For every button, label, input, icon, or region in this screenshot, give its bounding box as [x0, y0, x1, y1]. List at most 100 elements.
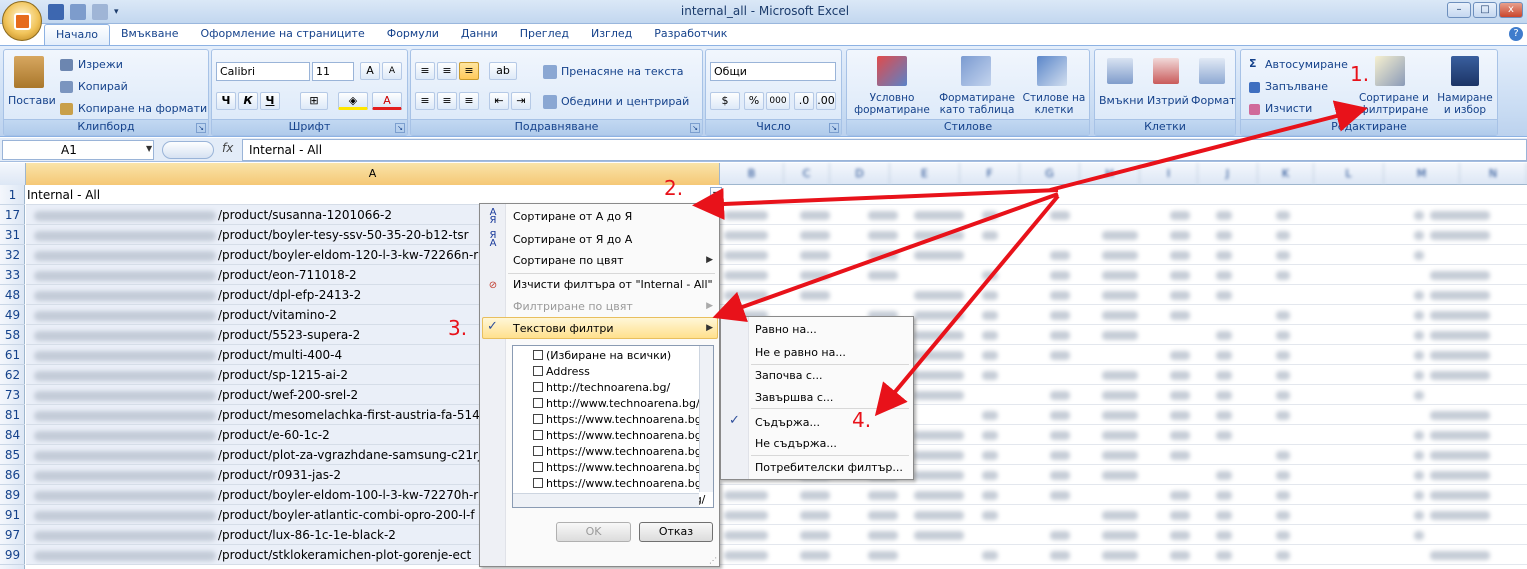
- row-header[interactable]: 86: [0, 465, 25, 485]
- row-header[interactable]: 84: [0, 425, 25, 445]
- increase-indent-icon[interactable]: ⇥: [511, 92, 531, 110]
- minimize-button[interactable]: –: [1447, 2, 1471, 18]
- filter-value-item[interactable]: https://www.technoarena.bg/: [533, 445, 705, 458]
- clear-filter-item[interactable]: Изчисти филтъра от "Internal - All": [513, 278, 713, 291]
- row-header[interactable]: 81: [0, 405, 25, 425]
- align-top-icon[interactable]: ≡: [415, 62, 435, 80]
- format-cells-button[interactable]: Формат: [1191, 94, 1236, 107]
- insert-function-button[interactable]: fx: [222, 141, 233, 155]
- name-box-dropdown-icon[interactable]: ▼: [146, 144, 152, 153]
- row-header[interactable]: 17: [0, 205, 25, 225]
- filter-value-item[interactable]: https://www.technoarena.bg/: [533, 413, 705, 426]
- column-header-l[interactable]: L: [1314, 163, 1384, 185]
- column-header-g[interactable]: G: [1020, 163, 1080, 185]
- orientation-icon[interactable]: ab: [489, 62, 517, 80]
- wrap-text-button[interactable]: Пренасяне на текста: [561, 65, 684, 78]
- number-launcher-icon[interactable]: ↘: [829, 123, 839, 133]
- find-select-button[interactable]: Намиране и избор: [1433, 92, 1497, 116]
- align-bottom-icon[interactable]: ≡: [459, 62, 479, 80]
- bold-button[interactable]: Ч: [216, 92, 236, 110]
- alignment-launcher-icon[interactable]: ↘: [690, 123, 700, 133]
- row-header[interactable]: 48: [0, 285, 25, 305]
- help-icon[interactable]: ?: [1509, 27, 1523, 41]
- office-button[interactable]: [2, 1, 42, 41]
- filter-value-item[interactable]: http://technoarena.bg/: [533, 381, 670, 394]
- checkbox[interactable]: [533, 366, 543, 376]
- font-launcher-icon[interactable]: ↘: [395, 123, 405, 133]
- qat-dropdown-icon[interactable]: ▾: [114, 7, 119, 17]
- row-header[interactable]: 32: [0, 245, 25, 265]
- conditional-formatting-button[interactable]: Условно форматиране: [849, 92, 935, 116]
- row-header[interactable]: 85: [0, 445, 25, 465]
- formula-input[interactable]: Internal - All: [242, 139, 1527, 161]
- filter-value-item[interactable]: https://www.technoarena.bg/: [533, 461, 705, 474]
- column-header-i[interactable]: I: [1140, 163, 1198, 185]
- checkbox[interactable]: [533, 398, 543, 408]
- align-left-icon[interactable]: ≡: [415, 92, 435, 110]
- redo-icon[interactable]: [92, 4, 108, 20]
- formula-bar-expander[interactable]: [162, 141, 214, 159]
- row-header[interactable]: 58: [0, 325, 25, 345]
- sort-by-color-item[interactable]: Сортиране по цвят: [513, 254, 624, 267]
- filter-value-item[interactable]: (Избиране на всички): [533, 349, 671, 362]
- paste-icon[interactable]: [14, 56, 44, 88]
- checkbox[interactable]: [533, 462, 543, 472]
- insert-cells-button[interactable]: Вмъкни: [1099, 94, 1144, 107]
- column-header-h[interactable]: H: [1080, 163, 1140, 185]
- checkbox[interactable]: [533, 382, 543, 392]
- column-header-f[interactable]: F: [960, 163, 1020, 185]
- row-header[interactable]: 49: [0, 305, 25, 325]
- cut-button[interactable]: Изрежи: [78, 58, 123, 71]
- shrink-font-icon[interactable]: A: [382, 62, 402, 80]
- font-color-icon[interactable]: A: [372, 92, 402, 110]
- borders-icon[interactable]: ⊞: [300, 92, 328, 110]
- save-icon[interactable]: [48, 4, 64, 20]
- delete-cells-button[interactable]: Изтрий: [1147, 94, 1189, 107]
- ok-button[interactable]: OK: [556, 522, 631, 542]
- tab-home[interactable]: Начало: [44, 24, 111, 45]
- text-filters-item[interactable]: Текстови филтри: [513, 322, 614, 335]
- begins-with-item[interactable]: Започва с...: [755, 369, 822, 382]
- column-header-j[interactable]: J: [1198, 163, 1258, 185]
- cancel-button[interactable]: Отказ: [639, 522, 713, 542]
- align-middle-icon[interactable]: ≡: [437, 62, 457, 80]
- row-header[interactable]: 73: [0, 385, 25, 405]
- format-painter-button[interactable]: Копиране на формати: [78, 102, 207, 115]
- row-header[interactable]: 31: [0, 225, 25, 245]
- paste-button[interactable]: Постави: [8, 94, 56, 107]
- clear-button[interactable]: Изчисти: [1265, 102, 1312, 115]
- select-all-corner[interactable]: [0, 163, 26, 185]
- list-vertical-scrollbar[interactable]: [699, 346, 713, 492]
- percent-button[interactable]: %: [744, 92, 764, 110]
- checkbox[interactable]: [533, 430, 543, 440]
- name-box[interactable]: A1: [2, 140, 154, 160]
- row-header[interactable]: 33: [0, 265, 25, 285]
- undo-icon[interactable]: [70, 4, 86, 20]
- cell-a1[interactable]: Internal - All: [26, 185, 720, 205]
- close-button[interactable]: x: [1499, 2, 1523, 18]
- column-header-a[interactable]: A: [26, 163, 720, 185]
- grow-font-icon[interactable]: A: [360, 62, 380, 80]
- resize-grip-icon[interactable]: ⋰: [709, 556, 717, 565]
- tab-page-layout[interactable]: Оформление на страниците: [189, 24, 375, 45]
- row-header[interactable]: 61: [0, 345, 25, 365]
- ends-with-item[interactable]: Завършва с...: [755, 391, 833, 404]
- not-contains-item[interactable]: Не съдържа...: [755, 437, 837, 450]
- underline-button[interactable]: Ч: [260, 92, 280, 110]
- maximize-button[interactable]: □: [1473, 2, 1497, 18]
- checkbox[interactable]: [533, 446, 543, 456]
- autofilter-dropdown-icon[interactable]: ▼: [710, 187, 722, 203]
- tab-data[interactable]: Данни: [450, 24, 509, 45]
- align-center-icon[interactable]: ≡: [437, 92, 457, 110]
- row-header[interactable]: 91: [0, 505, 25, 525]
- row-header[interactable]: 89: [0, 485, 25, 505]
- accounting-format-icon[interactable]: $: [710, 92, 740, 110]
- column-header-m[interactable]: M: [1384, 163, 1460, 185]
- increase-decimal-icon[interactable]: .0: [794, 92, 814, 110]
- fill-color-icon[interactable]: ◈: [338, 92, 368, 110]
- column-header-k[interactable]: K: [1258, 163, 1314, 185]
- sort-filter-button[interactable]: Сортиране и филтриране: [1357, 92, 1431, 116]
- font-size-dropdown[interactable]: 11: [312, 62, 354, 81]
- tab-developer[interactable]: Разработчик: [643, 24, 738, 45]
- copy-button[interactable]: Копирай: [78, 80, 128, 93]
